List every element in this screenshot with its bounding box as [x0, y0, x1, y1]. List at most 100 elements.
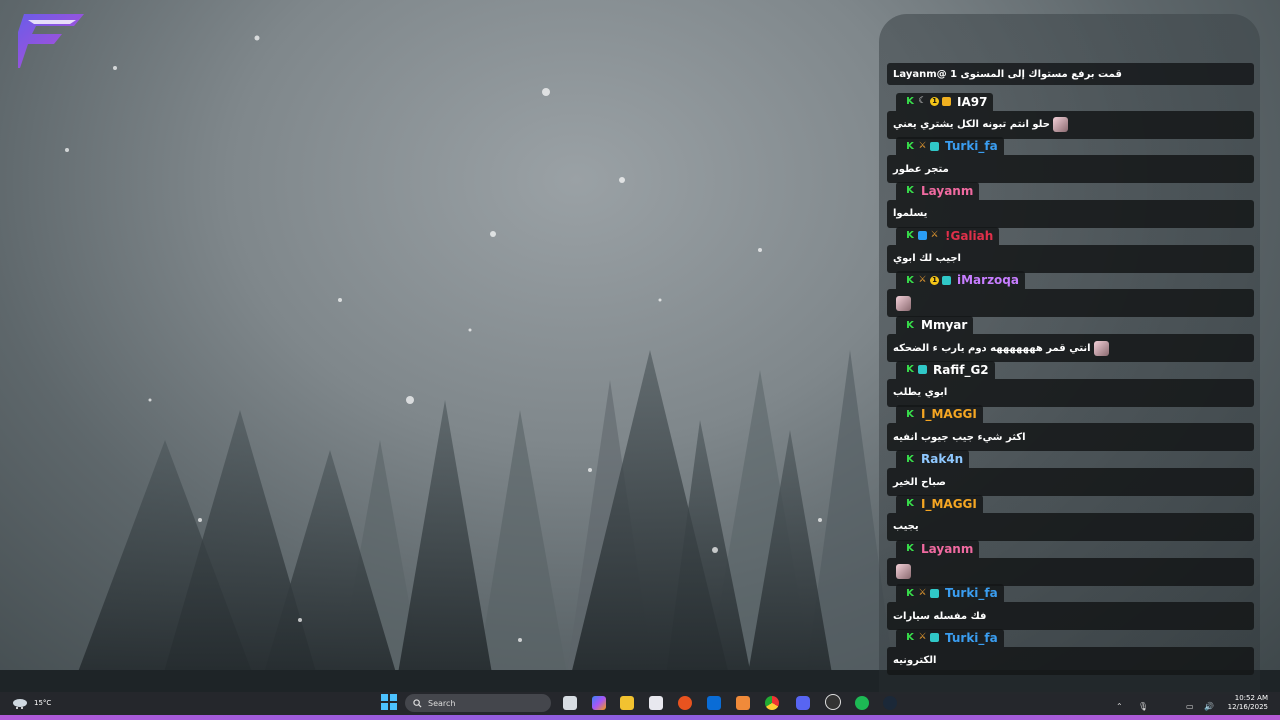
chat-message: K Layanm: [887, 536, 1254, 586]
chat-message-header: K ⚔ Turki_fa: [896, 628, 1004, 647]
app-icon[interactable]: [736, 696, 750, 710]
chat-message-header: K Rafif_G2: [896, 360, 995, 379]
chat-message-header: K Rak4n: [896, 450, 970, 469]
task-view-icon[interactable]: [563, 696, 577, 710]
kick-badge-icon: K: [906, 364, 914, 376]
chat-message-text: يسلموا: [893, 208, 928, 220]
verified-badge-icon: [918, 231, 927, 241]
copilot-icon[interactable]: [592, 696, 606, 710]
chat-message: K Rafif_G2 ابوي يطلب: [887, 357, 1254, 407]
microphone-icon[interactable]: 🎙: [1138, 702, 1148, 711]
chat-message-header: K ⚔ Turki_fa: [896, 584, 1004, 603]
system-message: قمت برفع مستواك إلى المستوى 1 @Layanm: [887, 63, 1254, 85]
steam-icon[interactable]: [883, 696, 897, 710]
grid-badge-icon: [942, 275, 951, 285]
chat-message: K I_MAGGI يجيب: [887, 491, 1254, 541]
chat-message-text: متجر عطور: [893, 163, 949, 175]
chat-message-header: K I_MAGGI: [896, 494, 983, 513]
github-icon[interactable]: [825, 694, 841, 710]
search-placeholder: Search: [428, 698, 456, 708]
chat-message-text: حلو انتم تبونه الكل يشتري يعني: [893, 119, 1050, 130]
chevron-up-icon[interactable]: ⌃: [1116, 702, 1123, 711]
kick-badge-icon: K: [906, 96, 914, 107]
chat-username[interactable]: !Galiah: [945, 229, 993, 243]
chat-username[interactable]: I_MAGGI: [921, 407, 977, 421]
emote-icon: [896, 295, 911, 311]
kick-badge-icon: K: [906, 632, 914, 644]
chat-message-text: يجيب: [893, 521, 919, 533]
chat-message: K ☾ 1 IA97 حلو انتم تبونه الكل يشتري يعني: [887, 89, 1254, 139]
chat-username[interactable]: Layanm: [921, 184, 973, 198]
weather-temperature: 15°C: [34, 699, 52, 707]
volume-icon[interactable]: 🔊: [1204, 702, 1214, 711]
emote-icon: [1052, 117, 1068, 132]
search-icon: [413, 698, 422, 708]
chat-message-header: K I_MAGGI: [896, 405, 983, 424]
kick-badge-icon: K: [906, 408, 914, 420]
file-explorer-icon[interactable]: [620, 696, 634, 710]
chat-username[interactable]: iMarzoqa: [957, 273, 1019, 287]
kick-badge-icon: K: [906, 498, 914, 510]
chat-message: K ⚔ Turki_fa فك مفسله سيارات: [887, 581, 1254, 631]
chat-message: K ⚔ Turki_fa متجر عطور: [887, 134, 1254, 184]
chat-username[interactable]: Mmyar: [921, 318, 967, 332]
system-clock[interactable]: 10:52 AM 12/16/2025: [1228, 694, 1268, 712]
kick-badge-icon: K: [906, 274, 914, 286]
chrome-icon[interactable]: [765, 696, 779, 710]
chat-username[interactable]: Layanm: [921, 542, 973, 556]
chat-username[interactable]: Rafif_G2: [933, 363, 989, 377]
chat-message-text: ابوي يطلب: [893, 387, 948, 399]
tier-one-badge-icon: 1: [930, 275, 939, 285]
kick-badge-icon: K: [906, 453, 914, 465]
stream-logo: [18, 14, 84, 68]
chat-message-text: صباح الخير: [893, 476, 946, 488]
tier-one-badge-icon: 1: [930, 97, 939, 106]
chat-message-text: اكثر شيء جيب جيوب انفيه: [893, 431, 1026, 443]
spotify-icon[interactable]: [855, 696, 869, 710]
chat-message-text: فك مفسله سيارات: [893, 610, 987, 622]
chat-message: K Mmyar انتي قمر هههههههه دوم يارب ء الضحك…: [887, 313, 1254, 362]
chat-message-header: K Layanm: [896, 539, 980, 558]
system-message-text: قمت برفع مستواك إلى المستوى 1 @Layanm: [893, 68, 1122, 80]
grid-badge-icon: [930, 633, 939, 643]
sword-badge-icon: ⚔: [918, 587, 927, 598]
chat-username[interactable]: IA97: [957, 95, 987, 109]
network-icon[interactable]: ▭: [1186, 702, 1194, 711]
chat-message-header: K ⚔ !Galiah: [896, 226, 1000, 245]
firefox-icon[interactable]: [678, 696, 692, 710]
sword-badge-icon: ⚔: [930, 230, 939, 241]
chat-message: K I_MAGGI اكثر شيء جيب جيوب انفيه: [887, 402, 1254, 452]
chat-message-header: K Mmyar: [896, 316, 974, 334]
grid-badge-icon: [918, 365, 927, 375]
kick-badge-icon: K: [906, 230, 914, 242]
kick-badge-icon: K: [906, 185, 914, 197]
chat-username[interactable]: I_MAGGI: [921, 497, 977, 511]
clock-date: 12/16/2025: [1227, 703, 1268, 711]
sword-badge-icon: ⚔: [918, 632, 927, 643]
discord-icon[interactable]: [796, 696, 810, 710]
chat-username[interactable]: Turki_fa: [945, 631, 998, 645]
outlook-icon[interactable]: [707, 696, 721, 710]
weather-widget[interactable]: 15°C: [12, 696, 51, 710]
windows-start-icon[interactable]: [381, 694, 397, 710]
chat-username[interactable]: Turki_fa: [945, 586, 998, 600]
chat-message-header: K ⚔ Turki_fa: [896, 137, 1004, 156]
chat-message-text: الكترونيه: [893, 655, 937, 667]
kick-badge-icon: K: [906, 587, 914, 599]
taskbar-search[interactable]: Search: [405, 694, 551, 712]
grid-badge-icon: [930, 141, 939, 151]
chat-username[interactable]: Turki_fa: [945, 139, 998, 153]
clock-time: 10:52 AM: [1234, 694, 1268, 702]
chat-message-header: K ☾ 1 IA97: [896, 92, 994, 111]
chat-message: K ⚔ Turki_fa الكترونيه: [887, 625, 1254, 675]
chat-message: K ⚔ 1 iMarzoqa: [887, 268, 1254, 318]
chat-username[interactable]: Rak4n: [921, 452, 963, 466]
chat-message: K ⚔ !Galiah اجيب لك ابوي: [887, 223, 1254, 273]
kick-badge-icon: K: [906, 140, 914, 152]
chat-message-text: انتي قمر هههههههه دوم يارب ء الضحكه: [893, 342, 1091, 354]
kick-badge-icon: K: [906, 319, 914, 331]
cloud-snow-icon: [13, 699, 27, 709]
grid-badge-icon: [930, 588, 939, 598]
store-icon[interactable]: [649, 696, 663, 710]
accent-bar: [0, 715, 1280, 720]
